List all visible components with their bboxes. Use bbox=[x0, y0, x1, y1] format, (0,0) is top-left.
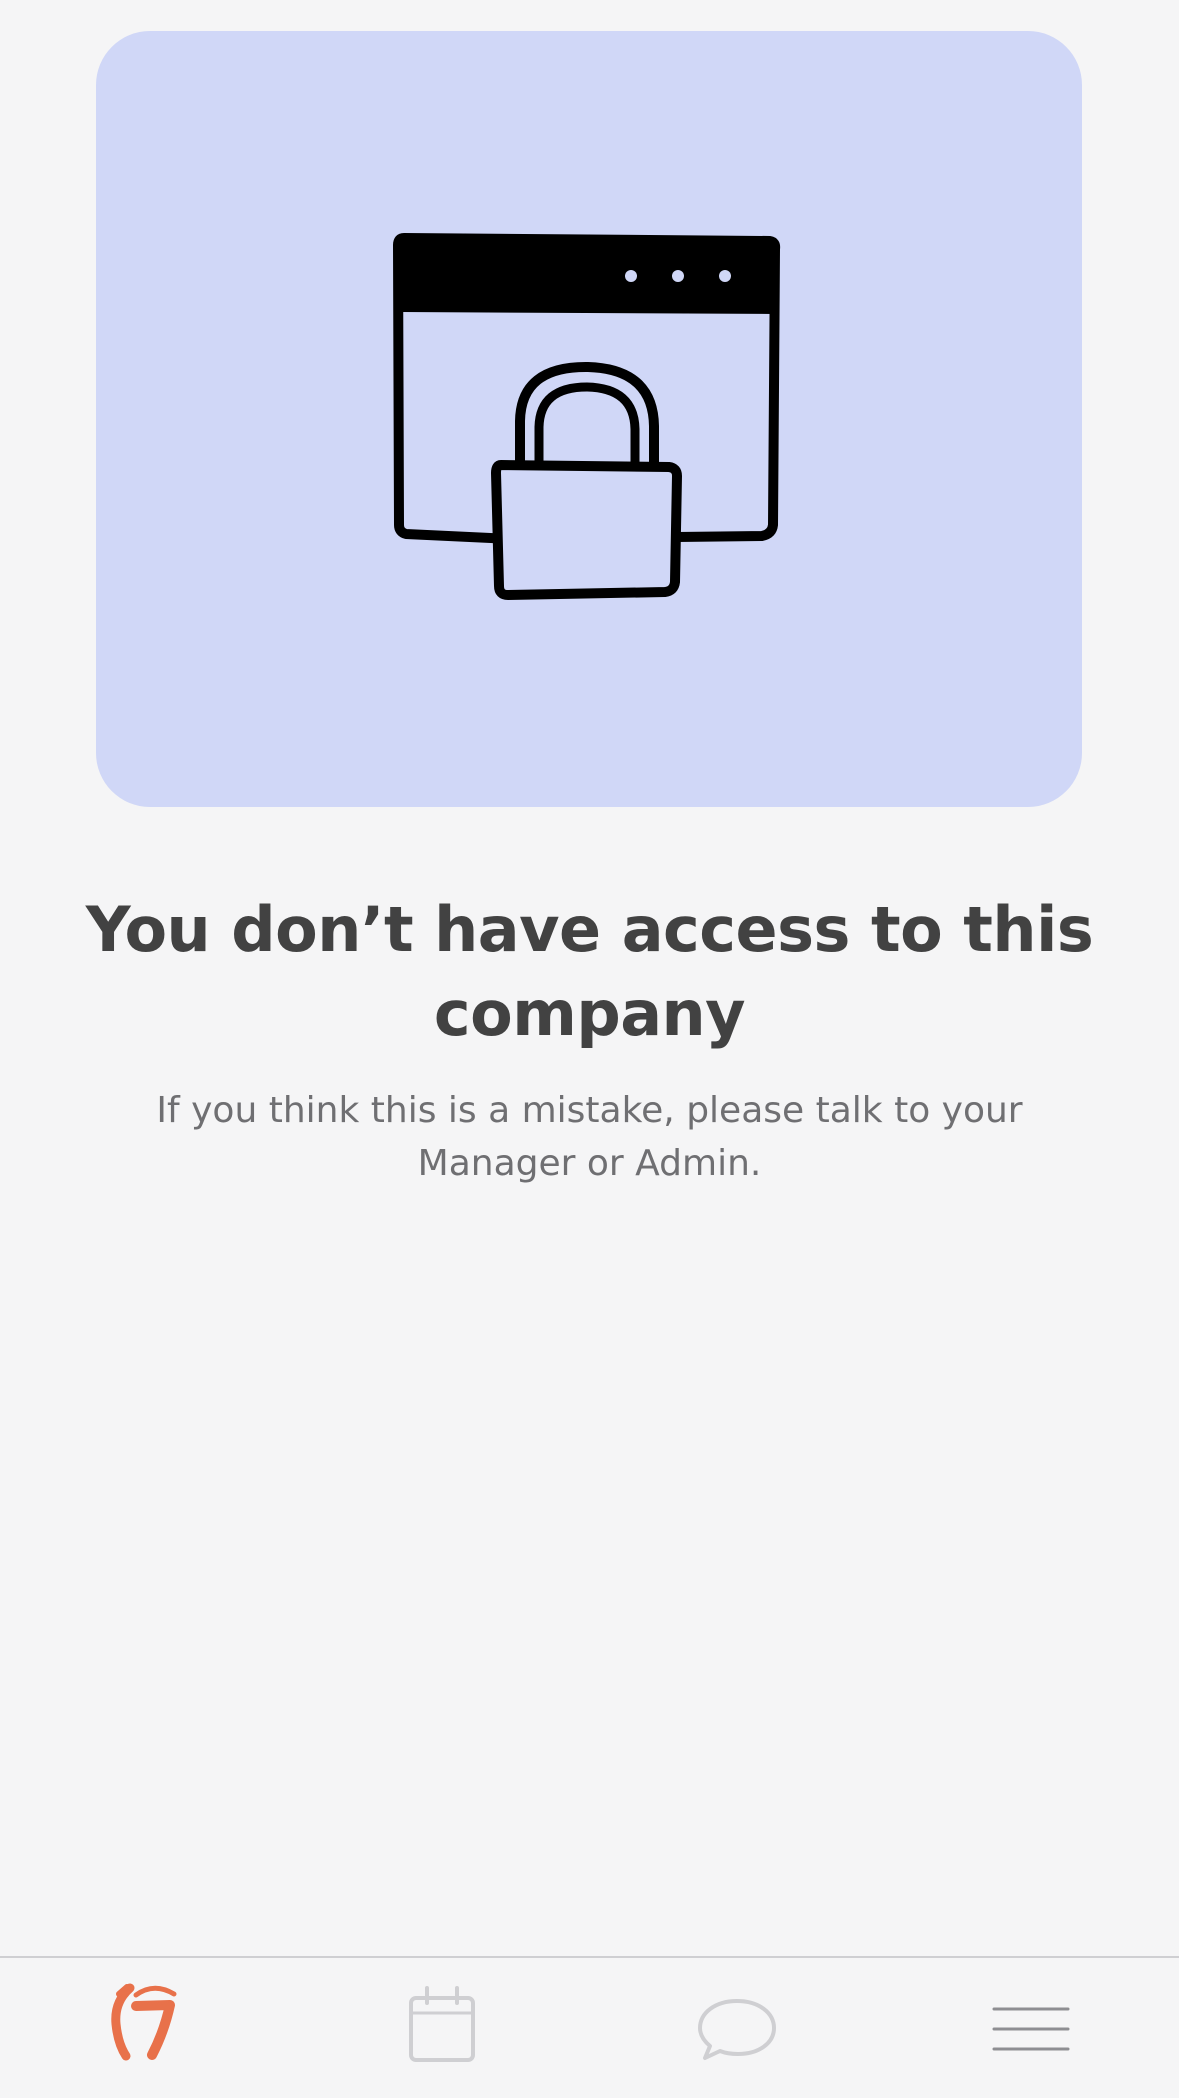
7shifts-logo-icon bbox=[111, 1983, 177, 2061]
tab-home[interactable] bbox=[56, 1958, 236, 2098]
access-message: If you think this is a mistake, please t… bbox=[156, 1090, 1023, 1184]
tab-messages[interactable] bbox=[647, 1958, 827, 2098]
no-access-screen: You don’t have access to this company If… bbox=[0, 0, 1179, 2098]
chat-bubble-icon bbox=[698, 1999, 776, 2060]
tab-menu[interactable] bbox=[941, 1958, 1121, 2098]
calendar-icon bbox=[409, 1986, 475, 2062]
bottom-tab-bar bbox=[0, 1956, 1179, 2098]
hamburger-menu-icon bbox=[992, 2007, 1070, 2051]
illustration-card bbox=[96, 31, 1082, 807]
tab-schedule[interactable] bbox=[352, 1958, 532, 2098]
page-title: You don’t have access to this company bbox=[85, 893, 1094, 1050]
locked-browser-window-icon bbox=[393, 233, 781, 600]
